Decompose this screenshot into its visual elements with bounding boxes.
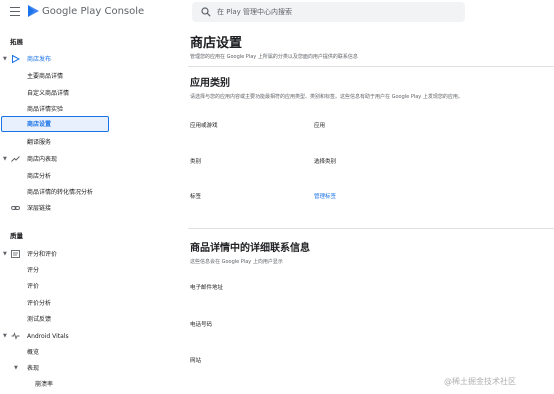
sidebar-item-label: 表现	[27, 364, 40, 372]
tags-label: 标签	[190, 194, 202, 200]
contact-section-title: 商品详情中的详细联系信息	[190, 243, 310, 254]
sidebar-item-label: 评分	[27, 266, 40, 274]
sidebar-item-crash-rate[interactable]: 崩溃率	[0, 377, 110, 391]
sidebar-item-label: 主要商品详情	[27, 72, 64, 80]
sidebar-item-store-settings[interactable]: 商店设置	[1, 116, 109, 132]
top-bar: Google Play Console	[0, 0, 554, 26]
search-bar[interactable]	[192, 2, 465, 22]
sidebar-item-ratings[interactable]: 评分	[0, 263, 110, 277]
sidebar-item-conversion-analysis[interactable]: 商品详情的转化情况分析	[0, 185, 110, 199]
sidebar-item-android-vitals[interactable]: ▼ Android Vitals	[0, 329, 110, 343]
trending-up-icon	[11, 156, 20, 162]
sidebar-item-label: 崩溃率	[35, 380, 54, 388]
section-title-quality: 质量	[10, 232, 23, 240]
website-label: 网站	[190, 358, 202, 364]
category-section-title: 应用类别	[190, 78, 230, 89]
chevron-down-icon: ▼	[14, 365, 18, 371]
play-console-logo-icon	[28, 5, 39, 17]
sidebar-item-label: 商店设置	[27, 121, 52, 128]
page-title: 商店设置	[190, 36, 243, 51]
sidebar-item-label: 评分和评价	[27, 250, 58, 258]
app-title: Google Play Console	[42, 6, 145, 17]
sidebar-item-reviews[interactable]: 评价	[0, 279, 110, 293]
sidebar-item-label: 概览	[27, 348, 40, 356]
sidebar-item-label: 评价分析	[27, 299, 52, 307]
sidebar-item-review-analysis[interactable]: 评价分析	[0, 296, 110, 310]
link-icon	[11, 206, 20, 210]
sidebar-item-ratings-reviews[interactable]: ▼ 评分和评价	[0, 247, 110, 261]
sidebar-item-store-presence[interactable]: ▼ 商店发布	[0, 52, 110, 66]
contact-section-description: 这些信息会在 Google Play 上向用户显示	[190, 259, 283, 265]
vitals-icon	[11, 332, 20, 340]
sidebar-item-testing-feedback[interactable]: 测试反馈	[0, 312, 110, 326]
sidebar-item-listing-experiments[interactable]: 商品详情实验	[0, 102, 110, 116]
app-type-label: 应用或游戏	[190, 123, 218, 129]
watermark: @稀土掘金技术社区	[444, 377, 516, 386]
play-icon	[12, 55, 20, 63]
sidebar-item-store-performance[interactable]: ▼ 商店内表现	[0, 152, 110, 166]
hamburger-menu-icon[interactable]	[10, 7, 20, 16]
sidebar-item-label: Android Vitals	[27, 332, 69, 340]
sidebar-item-label: 商品详情实验	[27, 105, 64, 113]
chevron-down-icon: ▼	[3, 333, 7, 339]
section-title-grow: 拓展	[10, 38, 23, 46]
sidebar-item-performance[interactable]: ▼ 表现	[0, 361, 110, 375]
sidebar-item-label: 自定义商品详情	[27, 89, 70, 97]
sidebar-item-translation[interactable]: 翻译服务	[0, 135, 110, 149]
phone-label: 电话号码	[190, 322, 213, 328]
sidebar-item-store-analysis[interactable]: 商店分析	[0, 169, 110, 183]
app-type-value[interactable]: 应用	[314, 121, 325, 129]
sidebar-item-label: 测试反馈	[27, 315, 52, 323]
reviews-icon	[11, 250, 20, 258]
email-label: 电子邮件地址	[190, 285, 224, 291]
sidebar-item-overview[interactable]: 概览	[0, 345, 110, 359]
sidebar-item-label: 评价	[27, 282, 40, 290]
divider	[188, 228, 554, 229]
sidebar-item-custom-listings[interactable]: 自定义商品详情	[0, 86, 110, 100]
sidebar: 拓展 ▼ 商店发布 主要商品详情 自定义商品详情 商品详情实验 商店设置 翻译服…	[0, 26, 112, 394]
sidebar-item-label: 商店分析	[27, 172, 52, 180]
category-section-description: 请选择与您的应用内容或主要功能最相符的应用类型、类别和标签。这些信息有助于用户在…	[190, 94, 463, 100]
chevron-down-icon: ▼	[3, 156, 7, 162]
sidebar-item-label: 翻译服务	[27, 138, 52, 146]
sidebar-item-deep-links[interactable]: 深层链接	[0, 201, 110, 215]
divider	[188, 66, 554, 67]
search-icon	[201, 7, 211, 17]
category-select[interactable]: 选择类别	[314, 157, 336, 165]
sidebar-item-main-listing[interactable]: 主要商品详情	[0, 69, 110, 83]
sidebar-item-label: 深层链接	[27, 204, 52, 212]
sidebar-item-label: 商品详情的转化情况分析	[27, 188, 94, 196]
chevron-down-icon: ▼	[3, 56, 7, 62]
category-label: 类别	[190, 159, 202, 165]
sidebar-item-label: 商店内表现	[27, 155, 58, 163]
manage-tags-link[interactable]: 管理标签	[314, 192, 336, 200]
chevron-down-icon: ▼	[3, 251, 7, 257]
sidebar-item-label: 商店发布	[27, 55, 52, 63]
search-input[interactable]	[217, 5, 457, 19]
page-description: 管理您的应用在 Google Play 上所属的分类以及您面向用户提供的联系信息	[190, 54, 358, 60]
